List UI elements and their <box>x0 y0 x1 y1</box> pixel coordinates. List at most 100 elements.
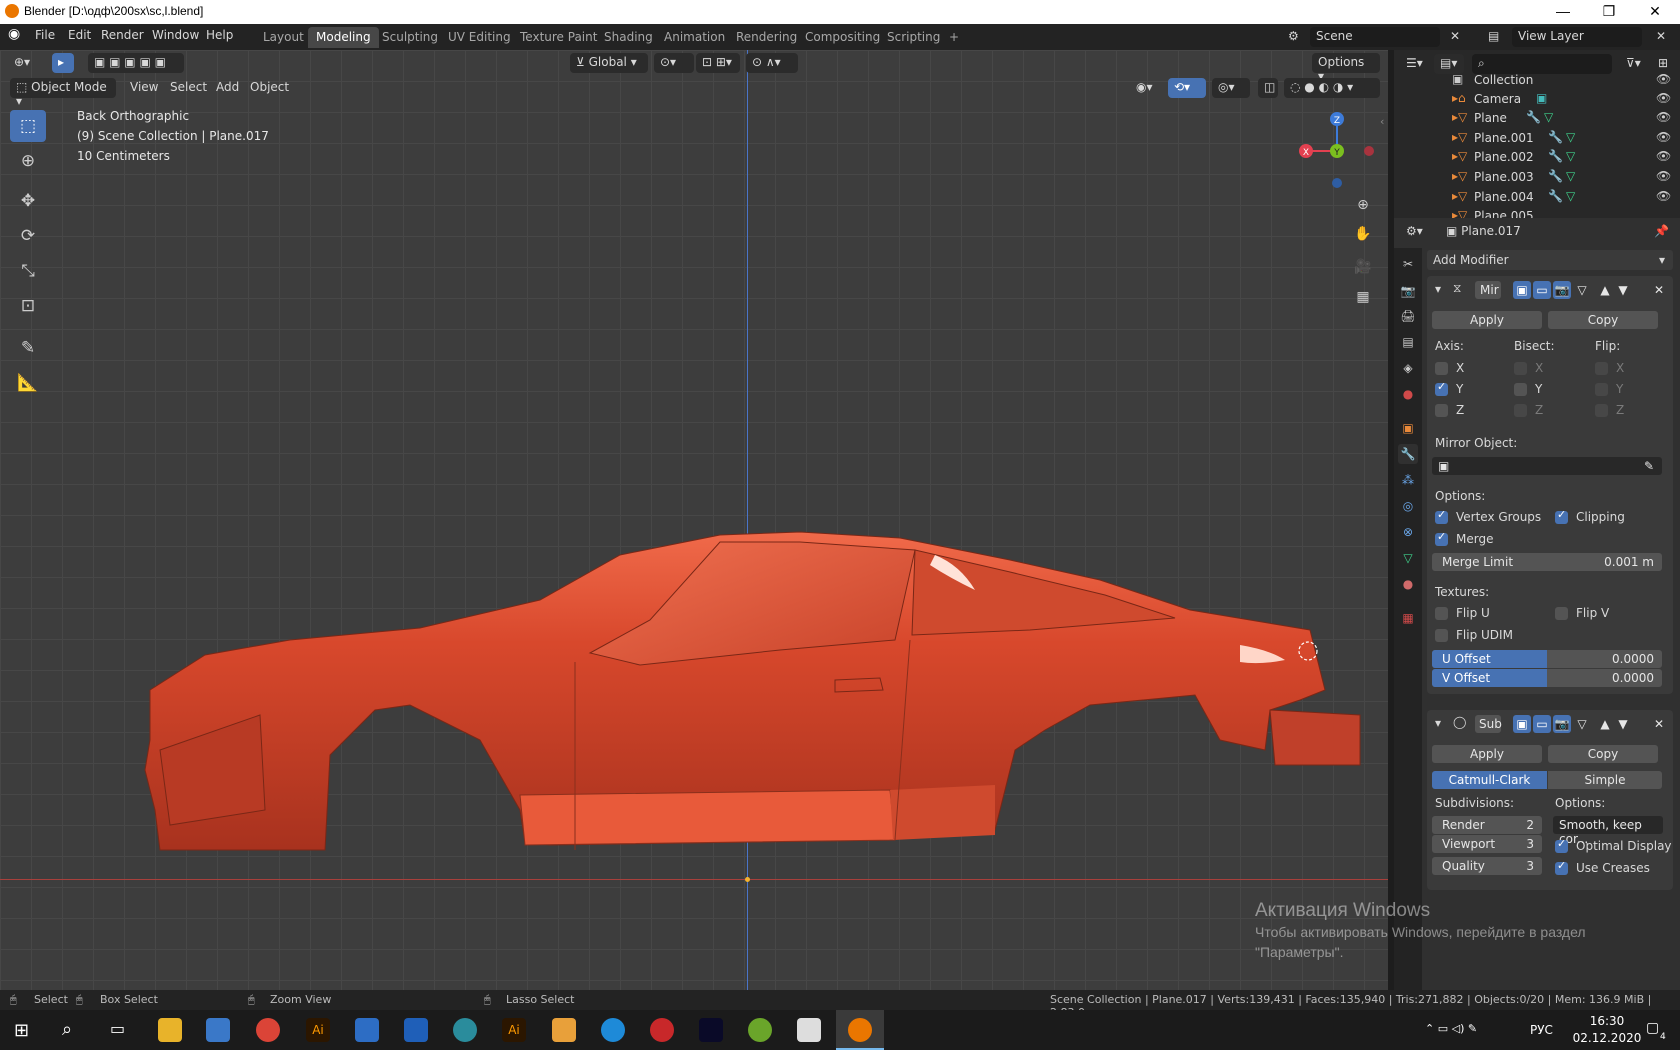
blender-menu-icon[interactable]: ◉ <box>8 26 20 42</box>
snap-icon[interactable]: ⊡ ⊞▾ <box>696 53 740 73</box>
sidebar-toggle-icon[interactable]: ‹ <box>1380 115 1384 128</box>
data-tab-icon[interactable]: ▽ <box>1398 548 1418 568</box>
clock-time[interactable]: 16:30 <box>1582 1014 1632 1028</box>
mirror-copy-button[interactable]: Copy <box>1548 311 1658 329</box>
eye-icon[interactable]: 👁 <box>1656 72 1671 86</box>
utorrent-icon[interactable] <box>748 1018 772 1042</box>
pivot-point-icon[interactable]: ⊙▾ <box>654 53 694 73</box>
overlay-toggle-icon[interactable]: ◎▾ <box>1212 78 1250 98</box>
mirror-object-field[interactable]: ▣ ✎ <box>1432 457 1662 475</box>
app-icon[interactable] <box>699 1018 723 1042</box>
eye-icon[interactable]: 👁 <box>1656 91 1671 105</box>
transform-orientation-select[interactable]: ⊻ Global ▾ <box>570 53 648 73</box>
flip-x-checkbox[interactable] <box>1595 362 1608 375</box>
scene-close-icon[interactable]: ✕ <box>1444 27 1466 47</box>
bisect-x-checkbox[interactable] <box>1514 362 1527 375</box>
material-tab-icon[interactable]: ● <box>1398 574 1418 594</box>
media-player-icon[interactable] <box>552 1018 576 1042</box>
mirror-name-field[interactable]: Mir <box>1475 281 1501 299</box>
realtime-toggle-icon[interactable]: ▭ <box>1533 715 1551 733</box>
outliner-row[interactable]: ▸▽ Plane.005 <box>1394 206 1680 218</box>
app-icon[interactable] <box>404 1018 428 1042</box>
move-up-icon[interactable]: ▲ <box>1597 715 1613 733</box>
catmull-clark-toggle[interactable]: Catmull-Clark <box>1432 771 1547 789</box>
flip-v-checkbox[interactable] <box>1555 607 1568 620</box>
render-toggle-icon[interactable]: 📷 <box>1553 715 1571 733</box>
outliner-row[interactable]: ▸▽ Plane.002 🔧 ▽ 👁 <box>1394 147 1680 167</box>
remove-modifier-icon[interactable]: ✕ <box>1651 281 1667 299</box>
tab-scripting[interactable]: Scripting <box>879 27 948 48</box>
mirror-apply-button[interactable]: Apply <box>1432 311 1542 329</box>
properties-editor-icon[interactable]: ⚙▾ <box>1400 222 1430 242</box>
vertex-groups-checkbox[interactable] <box>1435 508 1448 524</box>
measure-tool-icon[interactable]: 📐 <box>10 367 46 399</box>
bisect-y-checkbox[interactable] <box>1514 383 1527 396</box>
select-tool-icon[interactable]: ▸ <box>52 53 74 73</box>
add-workspace-icon[interactable]: + <box>941 27 967 48</box>
tab-animation[interactable]: Animation <box>656 27 733 48</box>
chrome-icon[interactable] <box>256 1018 280 1042</box>
illustrator-icon[interactable]: Ai <box>502 1018 526 1042</box>
camera-view-icon[interactable]: 🎥 <box>1351 255 1375 279</box>
render-tab-icon[interactable]: 📷 <box>1398 281 1418 301</box>
add-modifier-dropdown[interactable]: Add Modifier ▾ <box>1427 250 1673 270</box>
tab-shading[interactable]: Shading <box>596 27 661 48</box>
outliner-row[interactable]: ▸⌂ Camera ▣ 👁 <box>1394 89 1680 109</box>
viewport-levels-field[interactable]: Viewport 3 <box>1432 835 1542 853</box>
eyedropper-icon[interactable]: ✎ <box>1644 459 1654 473</box>
options-dropdown[interactable]: Options ▾ <box>1312 53 1380 83</box>
menu-edit[interactable]: Edit <box>68 28 91 42</box>
cursor-tool-icon[interactable]: ⊕ <box>10 145 46 177</box>
editmode-toggle-icon[interactable]: ▣ <box>1513 715 1531 733</box>
tray-icons[interactable]: ⌃ ▭ ◁) ✎ <box>1425 1022 1477 1035</box>
u-offset-field[interactable]: U Offset 0.0000 <box>1432 650 1662 668</box>
bisect-z-checkbox[interactable] <box>1514 404 1527 417</box>
v-offset-field[interactable]: V Offset 0.0000 <box>1432 669 1662 687</box>
app-icon[interactable] <box>797 1018 821 1042</box>
collapse-icon[interactable]: ▾ <box>1435 282 1441 296</box>
pan-hand-icon[interactable]: ✋ <box>1351 222 1375 246</box>
blender-taskbar-button[interactable] <box>836 1010 884 1050</box>
xray-icon[interactable]: ◫ <box>1258 78 1278 98</box>
view-layer-selector[interactable]: View Layer <box>1512 27 1642 47</box>
axis-z-checkbox[interactable] <box>1435 404 1448 417</box>
eye-icon[interactable]: 👁 <box>1656 189 1671 203</box>
scene-icon[interactable]: ⚙ <box>1288 27 1304 47</box>
menu-window[interactable]: Window <box>152 28 199 42</box>
tab-sculpting[interactable]: Sculpting <box>374 27 446 48</box>
particles-tab-icon[interactable]: ⁂ <box>1398 470 1418 490</box>
app-icon[interactable] <box>453 1018 477 1042</box>
quality-field[interactable]: Quality 3 <box>1432 857 1542 875</box>
render-levels-field[interactable]: Render 2 <box>1432 816 1542 834</box>
menu-add[interactable]: Add <box>210 78 245 98</box>
outliner-row[interactable]: ▸▽ Plane.001 🔧 ▽ 👁 <box>1394 128 1680 148</box>
menu-render[interactable]: Render <box>101 28 144 42</box>
selection-mode-group[interactable]: ▣ ▣ ▣ ▣ ▣ <box>88 53 184 73</box>
windows-start-icon[interactable]: ⊞ <box>14 1020 29 1041</box>
object-tab-icon[interactable]: ▣ <box>1398 418 1418 438</box>
scale-tool-icon[interactable]: ⤡ <box>10 255 46 287</box>
editmode-toggle-icon[interactable]: ▣ <box>1513 281 1531 299</box>
app-icon[interactable] <box>650 1018 674 1042</box>
illustrator-icon[interactable]: Ai <box>306 1018 330 1042</box>
constraints-tab-icon[interactable]: ⊗ <box>1398 522 1418 542</box>
3d-viewport[interactable] <box>0 50 1388 990</box>
menu-view[interactable]: View <box>124 78 164 98</box>
world-tab-icon[interactable]: ● <box>1398 384 1418 404</box>
outliner-row[interactable]: ▣ Collection 👁 <box>1394 70 1680 90</box>
flip-y-checkbox[interactable] <box>1595 383 1608 396</box>
flip-udim-checkbox[interactable] <box>1435 629 1448 642</box>
app-icon[interactable] <box>601 1018 625 1042</box>
outliner-row[interactable]: ▸▽ Plane 🔧 ▽ 👁 <box>1394 108 1680 128</box>
tool-tab-icon[interactable]: ✂ <box>1398 254 1418 274</box>
clock-date[interactable]: 02.12.2020 <box>1572 1031 1642 1045</box>
axis-x-checkbox[interactable] <box>1435 362 1448 375</box>
subsurf-copy-button[interactable]: Copy <box>1548 745 1658 763</box>
task-view-icon[interactable]: ▭ <box>110 1019 125 1038</box>
menu-object[interactable]: Object <box>244 78 295 98</box>
eye-icon[interactable]: 👁 <box>1656 110 1671 124</box>
subsurf-name-field[interactable]: Sub <box>1475 715 1502 733</box>
select-box-tool-icon[interactable]: ⬚ <box>10 110 46 142</box>
collapse-icon[interactable]: ▾ <box>1435 716 1441 730</box>
move-down-icon[interactable]: ▼ <box>1615 281 1631 299</box>
